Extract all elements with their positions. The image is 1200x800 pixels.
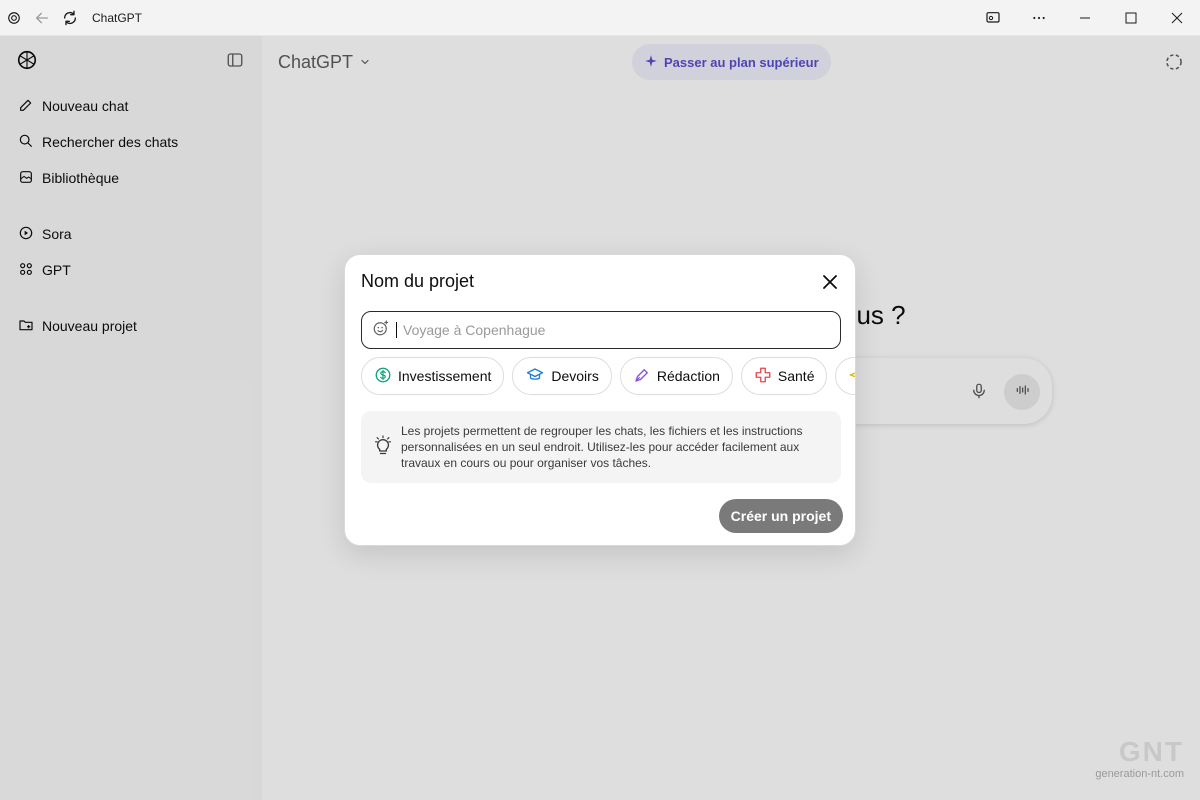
back-arrow-icon[interactable] — [28, 0, 56, 36]
chip-label: Devoirs — [551, 368, 599, 384]
health-icon — [754, 366, 772, 387]
title-bar: ChatGPT — [0, 0, 1200, 36]
create-project-button[interactable]: Créer un projet — [718, 499, 843, 533]
project-name-input[interactable] — [403, 322, 823, 338]
more-icon[interactable] — [1016, 0, 1062, 36]
pen-icon — [633, 366, 651, 387]
chip-voyage[interactable] — [835, 357, 855, 395]
chip-label: Rédaction — [656, 368, 720, 384]
chip-redaction[interactable]: Rédaction — [619, 357, 733, 395]
cast-icon[interactable] — [970, 0, 1016, 36]
graduation-cap-icon — [525, 366, 545, 387]
emoji-picker-icon[interactable] — [372, 319, 390, 342]
project-name-field[interactable] — [361, 311, 841, 349]
category-chips: Investissement Devoirs Rédaction Santé — [361, 357, 855, 395]
chip-devoirs[interactable]: Devoirs — [512, 357, 612, 395]
dollar-icon — [374, 366, 392, 387]
watermark-logo: GNT — [1118, 736, 1184, 767]
close-icon[interactable] — [819, 271, 841, 293]
chip-investissement[interactable]: Investissement — [361, 357, 505, 395]
new-project-dialog: Nom du projet Investissement Devoirs Réd… — [344, 254, 856, 546]
chip-sante[interactable]: Santé — [740, 357, 828, 395]
info-box: Les projets permettent de regrouper les … — [361, 411, 841, 483]
close-icon[interactable] — [1154, 0, 1200, 36]
lightbulb-icon — [373, 435, 393, 461]
window-title: ChatGPT — [92, 10, 143, 25]
chip-label: Santé — [777, 368, 815, 384]
refresh-icon[interactable] — [56, 0, 84, 36]
watermark: GNT generation-nt.com — [1074, 736, 1184, 780]
chip-label: Investissement — [398, 368, 492, 384]
dialog-title: Nom du projet — [361, 271, 475, 291]
chatgpt-logo-icon — [0, 0, 28, 36]
info-text: Les projets permettent de regrouper les … — [401, 424, 803, 470]
watermark-url: generation-nt.com — [1095, 768, 1184, 780]
text-caret — [396, 322, 397, 338]
maximize-icon[interactable] — [1108, 0, 1154, 36]
minimize-icon[interactable] — [1062, 0, 1108, 36]
plane-icon — [848, 366, 855, 387]
